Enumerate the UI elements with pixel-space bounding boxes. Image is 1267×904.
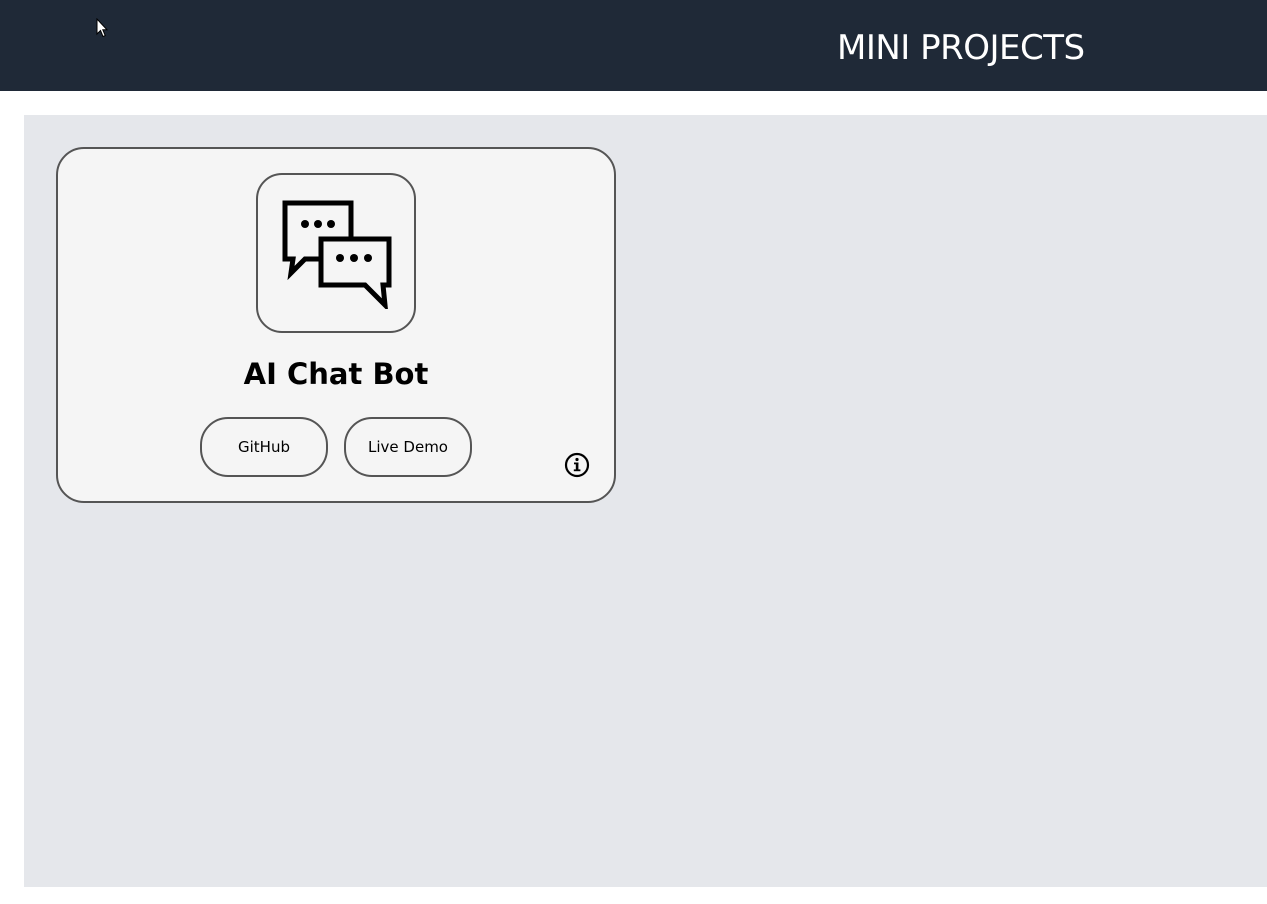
project-icon-frame: [256, 173, 416, 333]
chat-bubbles-icon: [282, 200, 392, 309]
live-demo-button[interactable]: Live Demo: [344, 417, 472, 477]
top-header: MINI PROJECTS: [0, 0, 1267, 91]
info-icon[interactable]: [564, 452, 590, 478]
github-button[interactable]: GitHub: [200, 417, 328, 477]
mouse-cursor-icon: [96, 18, 108, 38]
projects-grid: AI Chat Bot GitHub Live Demo: [24, 115, 1267, 887]
project-card: AI Chat Bot GitHub Live Demo: [56, 147, 616, 503]
page-title: MINI PROJECTS: [837, 28, 1085, 68]
project-title: AI Chat Bot: [243, 357, 429, 391]
